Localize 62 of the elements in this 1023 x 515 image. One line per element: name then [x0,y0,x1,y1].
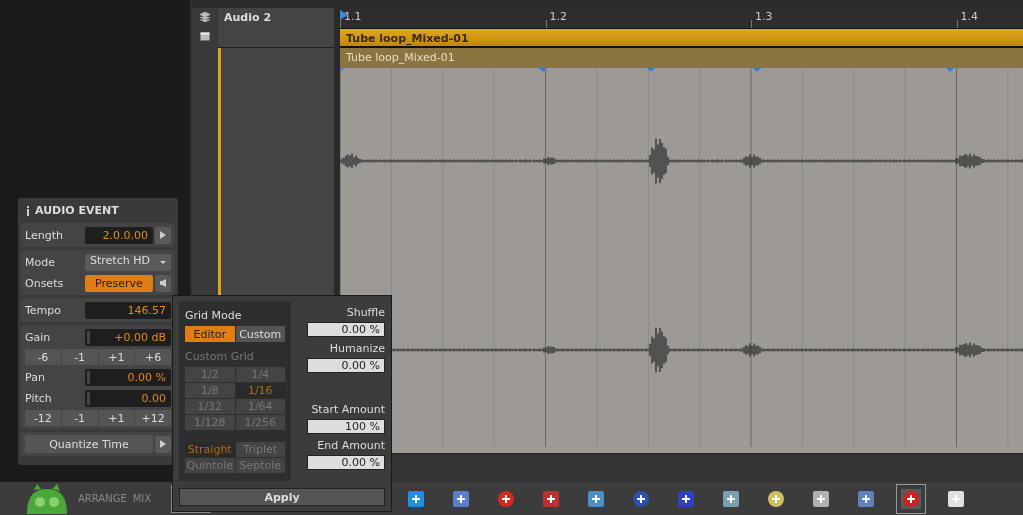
pitch-step-button[interactable]: -1 [61,410,98,426]
grid-mode-button[interactable]: Editor [185,326,235,342]
amount-field[interactable]: 0.00 % [307,455,385,470]
gain-step-button[interactable]: +1 [98,349,135,365]
info-icon [26,205,30,216]
view-label[interactable]: MIX [132,493,152,504]
play-icon[interactable] [155,226,171,244]
app-icon[interactable] [586,488,607,509]
gain-step-button[interactable]: -1 [61,349,98,365]
window-icon[interactable] [200,32,210,41]
app-icon[interactable] [856,488,877,509]
field-label: Length [25,228,64,242]
gain-step-button[interactable]: +6 [135,349,171,365]
section-label: Grid Mode [185,309,243,322]
amount-field[interactable]: 0.00 % [307,358,385,373]
app-icon[interactable] [676,488,697,509]
grid-mode-button[interactable]: Custom [235,326,285,342]
play-icon[interactable] [155,435,171,453]
field-label: Pan [25,370,46,384]
app-icon[interactable] [721,488,742,509]
view-label[interactable]: ARRANGE [78,493,127,504]
amount-field[interactable]: 100 % [307,419,385,434]
field-label: Pitch [25,391,53,405]
field-label: Mode [25,255,56,269]
bar-number: 1.4 [960,10,978,23]
speaker-icon[interactable] [155,274,171,292]
field-label: Start Amount [311,403,385,416]
amount-field[interactable]: 0.00 % [307,322,385,337]
bar-number: 1.3 [755,10,773,23]
length-field[interactable]: 2.0.0.00 [85,226,153,244]
mode-dropdown[interactable]: Stretch HD [85,253,171,271]
pitch-step-button[interactable]: +12 [135,410,171,426]
gain-step-button[interactable]: -6 [25,349,61,365]
apply-button[interactable]: Apply [179,488,385,506]
app-icon[interactable] [541,488,562,509]
preserve-button[interactable]: Preserve [85,274,153,292]
bar-number: 1.2 [549,10,567,23]
event-header[interactable]: Tube loop_Mixed-01 [340,48,1023,68]
track-name: Audio 2 [224,11,272,24]
clip-header[interactable]: Tube loop_Mixed-01 [340,28,1023,48]
app-icon[interactable] [811,488,832,509]
field-label: Tempo [25,303,63,317]
gain-field[interactable]: +0.00 dB [85,328,171,346]
pitch-step-button[interactable]: -12 [25,410,61,426]
pitch-field[interactable]: 0.00 [85,389,171,407]
bar-number: 1.1 [344,10,362,23]
field-label: Gain [25,330,52,344]
pitch-step-button[interactable]: +1 [98,410,135,426]
field-label: Humanize [329,342,385,355]
field-label: Shuffle [346,306,385,319]
pan-field[interactable]: 0.00 % [85,368,171,386]
app-icon[interactable] [946,488,967,509]
section-label: Custom Grid [185,350,255,363]
field-label: End Amount [317,439,385,452]
field-label: Onsets [25,276,65,290]
tempo-field[interactable]: 146.57 [85,301,171,319]
caret-icon [160,260,166,264]
layers-icon[interactable] [200,12,210,22]
app-icon[interactable] [406,488,427,509]
quantize-button[interactable]: Quantize Time [25,435,153,453]
app-icon[interactable] [451,488,472,509]
panel-title: AUDIO EVENT [35,204,119,217]
